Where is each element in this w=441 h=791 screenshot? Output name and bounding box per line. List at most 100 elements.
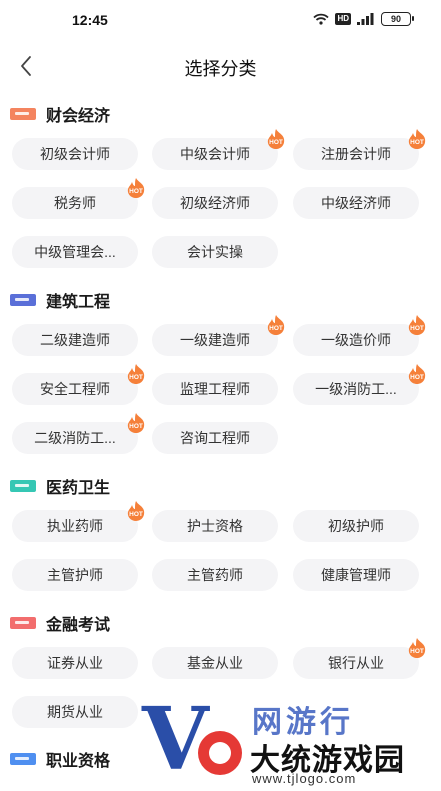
hot-badge-label: HOT [269, 325, 283, 332]
category-chip-label: 税务师 [54, 195, 96, 211]
category-chip[interactable]: 会计实操 [152, 236, 278, 268]
category-chip-label: 二级建造师 [40, 332, 110, 348]
hot-badge-icon: HOT [408, 129, 426, 149]
section-header: 建筑工程 [10, 288, 110, 312]
category-chip[interactable]: 期货从业 [12, 696, 138, 728]
battery-level: 90 [390, 14, 401, 24]
watermark-letter: V [142, 689, 209, 790]
hot-badge-label: HOT [269, 139, 283, 146]
category-chip-label: 一级造价师 [321, 332, 391, 348]
category-chip[interactable]: 监理工程师 [152, 373, 278, 405]
section-header: 金融考试 [10, 611, 110, 635]
hot-badge-icon: HOT [127, 178, 145, 198]
section-title: 医药卫生 [46, 480, 111, 497]
category-chip[interactable]: 证券从业 [12, 647, 138, 679]
category-chip[interactable]: 一级消防工... [293, 373, 419, 405]
section-header: 医药卫生 [10, 474, 110, 498]
category-chip-label: 一级消防工... [315, 381, 397, 397]
hot-badge-icon: HOT [408, 364, 426, 384]
status-bar: 12:45 HD 90 [0, 0, 441, 44]
section-icon [10, 617, 36, 629]
hot-badge-label: HOT [410, 374, 424, 381]
section-title: 金融考试 [46, 617, 111, 634]
category-chip-label: 中级会计师 [180, 146, 250, 162]
category-chip-label: 安全工程师 [40, 381, 110, 397]
category-chip-label: 监理工程师 [180, 381, 250, 397]
hot-badge-icon: HOT [127, 413, 145, 433]
category-chip-label: 执业药师 [47, 518, 103, 534]
hot-badge-label: HOT [410, 325, 424, 332]
section-icon [10, 480, 36, 492]
section-header: 职业资格 [10, 747, 110, 771]
category-chip-label: 健康管理师 [321, 567, 391, 583]
category-chip[interactable]: 基金从业 [152, 647, 278, 679]
hd-badge: HD [335, 13, 351, 25]
category-chip-label: 注册会计师 [321, 146, 391, 162]
category-chip[interactable]: 二级消防工... [12, 422, 138, 454]
hot-badge-icon: HOT [267, 315, 285, 335]
category-chip[interactable]: 二级建造师 [12, 324, 138, 356]
wifi-icon [313, 13, 330, 25]
category-chip[interactable]: 银行从业 [293, 647, 419, 679]
watermark: V 网游行 大统游戏园 www.tjlogo.com [140, 695, 441, 791]
hot-badge-label: HOT [129, 374, 143, 381]
hot-badge-label: HOT [410, 648, 424, 655]
category-chip[interactable]: 中级管理会... [12, 236, 138, 268]
hot-badge-label: HOT [410, 139, 424, 146]
category-chip-label: 初级护师 [328, 518, 384, 534]
category-chip[interactable]: 健康管理师 [293, 559, 419, 591]
category-chip[interactable]: 主管药师 [152, 559, 278, 591]
hot-badge-icon: HOT [408, 638, 426, 658]
category-chip[interactable]: 中级经济师 [293, 187, 419, 219]
nav-bar: 选择分类 [0, 44, 441, 88]
watermark-logo-inner [209, 742, 231, 764]
section-icon [10, 108, 36, 120]
category-chip[interactable]: 税务师 [12, 187, 138, 219]
category-chip-label: 会计实操 [187, 244, 243, 260]
category-chip-label: 证券从业 [47, 655, 103, 671]
category-chip-label: 一级建造师 [180, 332, 250, 348]
section-icon [10, 294, 36, 306]
hot-badge-icon: HOT [408, 315, 426, 335]
section-title: 建筑工程 [46, 294, 111, 311]
signal-icon [357, 13, 375, 25]
hot-badge-label: HOT [129, 423, 143, 430]
category-chip-label: 期货从业 [47, 704, 103, 720]
category-chip[interactable]: 初级经济师 [152, 187, 278, 219]
category-chip-label: 护士资格 [187, 518, 243, 534]
page-title: 选择分类 [184, 59, 257, 79]
category-chip-label: 基金从业 [187, 655, 243, 671]
category-chip-label: 中级管理会... [34, 244, 116, 260]
status-time: 12:45 [72, 12, 108, 28]
category-chip-label: 二级消防工... [34, 430, 116, 446]
section-icon [10, 753, 36, 765]
category-chip-label: 初级会计师 [40, 146, 110, 162]
category-chip[interactable]: 初级会计师 [12, 138, 138, 170]
section-title: 职业资格 [46, 753, 111, 770]
section-title: 财会经济 [46, 108, 111, 125]
section-header: 财会经济 [10, 102, 110, 126]
watermark-url: www.tjlogo.com [252, 771, 357, 786]
category-chip[interactable]: 一级建造师 [152, 324, 278, 356]
category-chip-label: 主管药师 [187, 567, 243, 583]
category-chip-label: 咨询工程师 [180, 430, 250, 446]
category-chip[interactable]: 安全工程师 [12, 373, 138, 405]
hot-badge-label: HOT [129, 511, 143, 518]
category-chip-label: 银行从业 [328, 655, 384, 671]
battery-icon: 90 [381, 12, 414, 26]
hot-badge-icon: HOT [267, 129, 285, 149]
category-chip[interactable]: 中级会计师 [152, 138, 278, 170]
hot-badge-label: HOT [129, 188, 143, 195]
status-icons: HD 90 [313, 12, 414, 26]
category-chip-label: 中级经济师 [321, 195, 391, 211]
category-chip[interactable]: 一级造价师 [293, 324, 419, 356]
category-chip[interactable]: 注册会计师 [293, 138, 419, 170]
category-chip[interactable]: 咨询工程师 [152, 422, 278, 454]
category-chip[interactable]: 初级护师 [293, 510, 419, 542]
hot-badge-icon: HOT [127, 501, 145, 521]
hot-badge-icon: HOT [127, 364, 145, 384]
category-chip[interactable]: 主管护师 [12, 559, 138, 591]
category-chip[interactable]: 执业药师 [12, 510, 138, 542]
category-chip[interactable]: 护士资格 [152, 510, 278, 542]
category-chip-label: 初级经济师 [180, 195, 250, 211]
